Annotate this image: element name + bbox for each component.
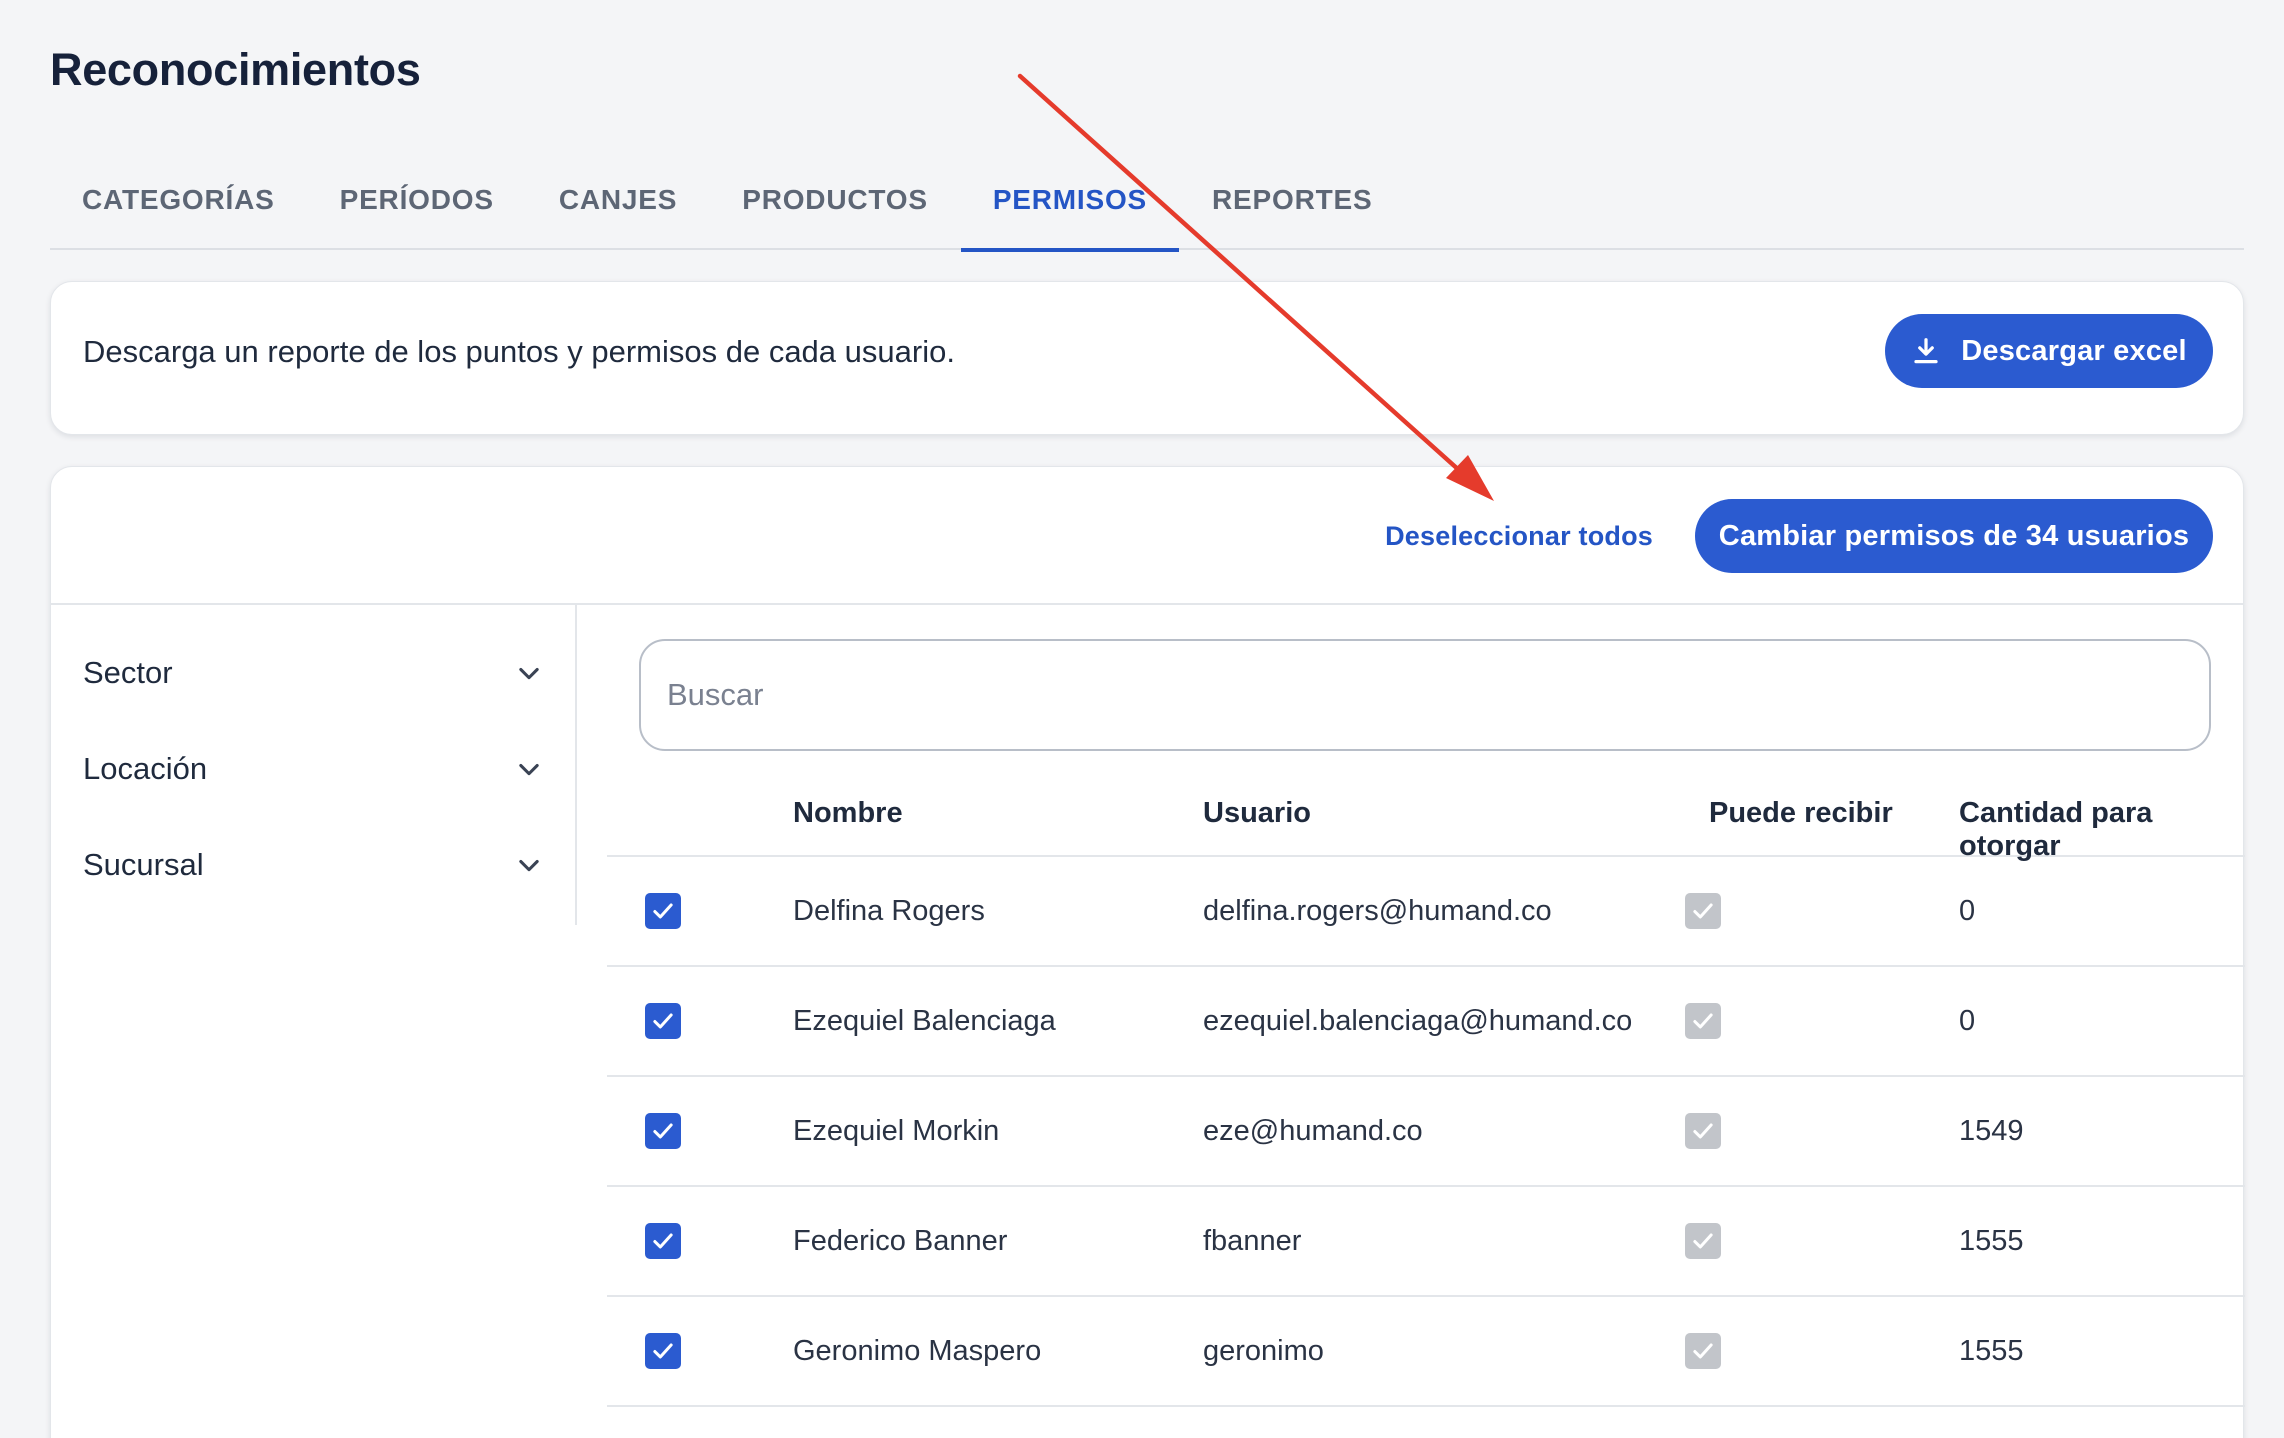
filter-sector[interactable]: Sector	[83, 643, 543, 703]
cell-name: Ezequiel Balenciaga	[793, 1005, 1056, 1037]
check-icon	[653, 903, 673, 919]
table-row: Geronimo Maspero geronimo 1555	[607, 1297, 2245, 1407]
cell-amount: 1555	[1959, 1225, 2024, 1257]
cell-amount: 0	[1959, 895, 1976, 927]
cell-user: ezequiel.balenciaga@humand.co	[1203, 1005, 1633, 1037]
tab-productos[interactable]: PRODUCTOS	[710, 160, 960, 250]
table-header: Nombre Usuario Puede recibir Cantidad pa…	[607, 767, 2245, 862]
permissions-toolbar: Deseleccionar todos Cambiar permisos de …	[51, 467, 2243, 605]
chevron-down-icon	[519, 859, 539, 872]
filter-sucursal-label: Sucursal	[83, 847, 204, 882]
tab-categorias[interactable]: CATEGORÍAS	[50, 160, 307, 250]
check-icon	[653, 1233, 673, 1249]
filter-sucursal[interactable]: Sucursal	[83, 835, 543, 895]
row-select-checkbox[interactable]	[645, 1113, 681, 1149]
filter-sector-label: Sector	[83, 655, 173, 690]
cell-name: Delfina Rogers	[793, 895, 985, 927]
can-receive-checkbox	[1685, 893, 1721, 929]
tab-bar: CATEGORÍAS PERÍODOS CANJES PRODUCTOS PER…	[50, 160, 2244, 252]
filters-panel: Sector Locación Sucursal	[51, 605, 577, 925]
column-header-puede-recibir: Puede recibir	[1709, 797, 1893, 829]
permissions-card: Deseleccionar todos Cambiar permisos de …	[50, 466, 2245, 1438]
can-receive-checkbox	[1685, 1333, 1721, 1369]
table-row: Federico Banner fbanner 1555	[607, 1187, 2245, 1297]
tab-periodos[interactable]: PERÍODOS	[308, 160, 526, 250]
row-select-checkbox[interactable]	[645, 1223, 681, 1259]
download-excel-label: Descargar excel	[1961, 334, 2187, 367]
change-permissions-button[interactable]: Cambiar permisos de 34 usuarios	[1695, 499, 2213, 573]
column-header-cantidad: Cantidad para otorgar	[1959, 797, 2153, 862]
download-icon	[1914, 338, 1938, 364]
row-select-checkbox[interactable]	[645, 893, 681, 929]
users-table: Nombre Usuario Puede recibir Cantidad pa…	[607, 767, 2245, 1407]
tab-reportes[interactable]: REPORTES	[1180, 160, 1404, 250]
download-excel-button[interactable]: Descargar excel	[1885, 314, 2213, 388]
cell-user: delfina.rogers@humand.co	[1203, 895, 1552, 927]
row-select-checkbox[interactable]	[645, 1333, 681, 1369]
table-row: Ezequiel Balenciaga ezequiel.balenciaga@…	[607, 967, 2245, 1077]
download-description: Descarga un reporte de los puntos y perm…	[83, 334, 955, 369]
cell-amount: 1549	[1959, 1115, 2024, 1147]
check-icon	[653, 1013, 673, 1029]
chevron-down-icon	[519, 667, 539, 680]
column-header-nombre: Nombre	[793, 797, 903, 829]
can-receive-checkbox	[1685, 1223, 1721, 1259]
page: Reconocimientos CATEGORÍAS PERÍODOS CANJ…	[0, 0, 2284, 1438]
filter-locacion[interactable]: Locación	[83, 739, 543, 799]
check-icon	[1693, 1013, 1713, 1029]
can-receive-checkbox	[1685, 1003, 1721, 1039]
cell-name: Geronimo Maspero	[793, 1335, 1042, 1367]
cell-amount: 0	[1959, 1005, 1976, 1037]
download-card: Descarga un reporte de los puntos y perm…	[50, 281, 2244, 435]
cell-user: eze@humand.co	[1203, 1115, 1423, 1147]
check-icon	[1693, 903, 1713, 919]
can-receive-checkbox	[1685, 1113, 1721, 1149]
check-icon	[1693, 1343, 1713, 1359]
cell-user: geronimo	[1203, 1335, 1324, 1367]
cell-name: Federico Banner	[793, 1225, 1008, 1257]
row-select-checkbox[interactable]	[645, 1003, 681, 1039]
check-icon	[653, 1123, 673, 1139]
chevron-down-icon	[519, 763, 539, 776]
column-header-usuario: Usuario	[1203, 797, 1311, 829]
tab-canjes[interactable]: CANJES	[527, 160, 709, 250]
filter-locacion-label: Locación	[83, 751, 208, 786]
cell-amount: 1555	[1959, 1335, 2024, 1367]
check-icon	[1693, 1233, 1713, 1249]
cell-user: fbanner	[1203, 1225, 1302, 1257]
cell-name: Ezequiel Morkin	[793, 1115, 1000, 1147]
check-icon	[653, 1343, 673, 1359]
table-row: Delfina Rogers delfina.rogers@humand.co …	[607, 857, 2245, 967]
search-input[interactable]	[639, 639, 2211, 751]
tab-permisos[interactable]: PERMISOS	[960, 160, 1180, 252]
check-icon	[1693, 1123, 1713, 1139]
table-row: Ezequiel Morkin eze@humand.co 1549	[607, 1077, 2245, 1187]
page-title: Reconocimientos	[50, 44, 421, 95]
deselect-all-link[interactable]: Deseleccionar todos	[1385, 521, 1653, 552]
